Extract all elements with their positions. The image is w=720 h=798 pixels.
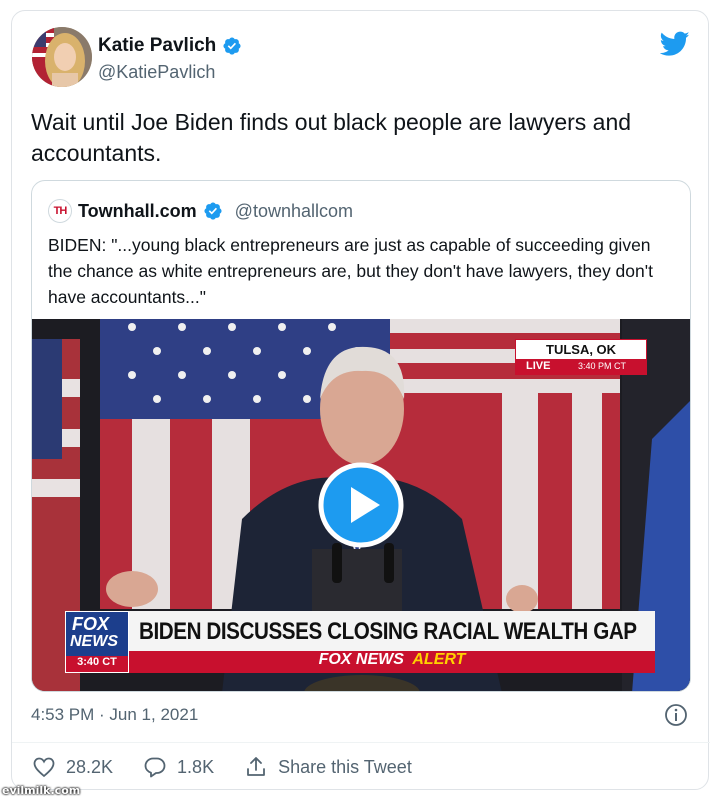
like-count: 28.2K (66, 756, 114, 777)
alert-network: FOX NEWS (318, 651, 404, 668)
author-name[interactable]: Katie Pavlich (98, 35, 242, 57)
tweet-timestamp[interactable]: 4:53 PM · Jun 1, 2021 (31, 705, 198, 725)
live-time: 3:40 PM CT (578, 361, 627, 371)
lower-third-text: BIDEN DISCUSSES CLOSING RACIAL WEALTH GA… (139, 618, 637, 645)
action-bar: 28.2K 1.8K Share this Tweet (32, 755, 442, 779)
like-button[interactable]: 28.2K (32, 755, 113, 779)
author-handle[interactable]: @KatiePavlich (98, 62, 215, 83)
author-avatar[interactable] (32, 27, 92, 87)
author-name-text[interactable]: Katie Pavlich (98, 35, 216, 57)
twitter-bird-icon[interactable] (660, 31, 690, 57)
live-bar: LIVE 3:40 PM CT (516, 359, 646, 374)
heart-icon (33, 757, 55, 778)
site-watermark: evilmilk.com (2, 784, 81, 797)
share-button[interactable]: Share this Tweet (244, 755, 412, 779)
location-badge: TULSA, OK LIVE 3:40 PM CT (515, 339, 647, 375)
video-player[interactable]: TULSA, OK LIVE 3:40 PM CT FOX NEWS 3:40 … (32, 319, 690, 691)
bug-time: 3:40 CT (66, 656, 128, 672)
alert-word: ALERT (412, 651, 466, 668)
live-label: LIVE (526, 360, 551, 372)
network-top: FOX (72, 614, 110, 634)
quoted-author-handle[interactable]: @townhallcom (235, 201, 353, 222)
share-label: Share this Tweet (278, 756, 412, 777)
tweet-text: Wait until Joe Biden finds out black peo… (31, 109, 632, 166)
reply-icon (144, 757, 166, 778)
location-text: TULSA, OK (546, 342, 617, 357)
verified-badge-icon (204, 202, 222, 220)
network-bottom: NEWS (70, 633, 118, 650)
verified-badge-icon (223, 37, 241, 55)
quoted-header: TH Townhall.com @townhallcom (48, 199, 353, 223)
lower-third-banner: BIDEN DISCUSSES CLOSING RACIAL WEALTH GA… (129, 611, 655, 651)
fox-news-bug: FOX NEWS 3:40 CT (65, 611, 129, 673)
alert-bar: FOX NEWS ALERT (129, 651, 655, 673)
reply-count: 1.8K (177, 756, 215, 777)
quoted-text: BIDEN: "...young black entrepreneurs are… (48, 235, 653, 307)
quoted-tweet[interactable]: TH Townhall.com @townhallcom BIDEN: "...… (31, 180, 691, 692)
info-icon[interactable] (664, 703, 688, 727)
reply-button[interactable]: 1.8K (143, 755, 214, 779)
quoted-avatar[interactable]: TH (48, 199, 72, 223)
tweet-card: Katie Pavlich @KatiePavlich Wait until J… (11, 10, 710, 790)
divider (12, 742, 710, 743)
share-icon (247, 757, 265, 776)
quoted-author-name[interactable]: Townhall.com (78, 201, 197, 222)
play-icon[interactable] (318, 462, 404, 548)
